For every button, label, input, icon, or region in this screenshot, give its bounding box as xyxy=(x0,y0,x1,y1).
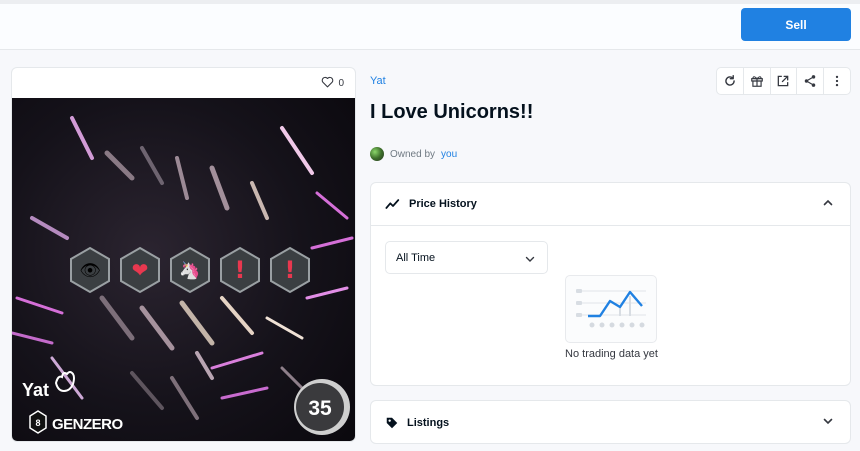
chevron-down-icon xyxy=(525,256,535,262)
emoji-exclamation-1: ! xyxy=(235,256,246,284)
emoji-sequence: 👁 ❤ 🦄 ! ! xyxy=(70,246,310,294)
card-header: 0 xyxy=(12,68,355,98)
gift-icon xyxy=(750,76,763,87)
yat-logo: Yat xyxy=(22,380,49,400)
gift-button[interactable] xyxy=(744,68,771,94)
share-icon xyxy=(805,75,816,87)
top-bar: Sell xyxy=(0,0,860,50)
listings-panel: Listings xyxy=(370,400,851,444)
nft-artwork[interactable]: 👁 ❤ 🦄 ! ! Yat 8 GENZERO 35 xyxy=(12,98,355,441)
price-history-header[interactable]: Price History xyxy=(371,183,850,226)
emoji-exclamation-2: ! xyxy=(285,256,296,284)
listings-title: Listings xyxy=(407,416,450,429)
more-options-button[interactable] xyxy=(824,68,850,94)
emoji-eye: 👁 xyxy=(79,261,101,281)
tag-icon xyxy=(386,417,398,428)
svg-text:35: 35 xyxy=(308,397,332,420)
open-external-button[interactable] xyxy=(771,68,798,94)
owned-by-label: Owned by xyxy=(390,148,436,160)
item-toolbar xyxy=(716,67,851,95)
heart-icon[interactable] xyxy=(321,76,334,91)
listings-header[interactable]: Listings xyxy=(371,401,850,444)
trend-icon xyxy=(385,199,400,209)
owner-avatar[interactable] xyxy=(370,147,384,161)
emoji-heart: ❤ xyxy=(132,258,149,282)
price-history-title: Price History xyxy=(409,198,477,210)
time-range-value: All Time xyxy=(396,251,436,264)
owner-row: Owned by you xyxy=(370,147,457,161)
top-divider xyxy=(0,0,860,4)
chevron-up-icon[interactable] xyxy=(823,198,833,208)
item-title: I Love Unicorns!! xyxy=(370,101,534,123)
favorites-count: 0 xyxy=(338,77,344,89)
owner-link[interactable]: you xyxy=(441,149,457,160)
series-badge: 8 xyxy=(29,410,47,434)
empty-chart-illustration xyxy=(565,275,657,343)
share-button[interactable] xyxy=(797,68,825,94)
sell-button[interactable]: Sell xyxy=(741,8,851,41)
chevron-down-icon[interactable] xyxy=(823,416,833,426)
emoji-unicorn: 🦄 xyxy=(179,260,200,281)
number-badge: 35 xyxy=(294,379,350,435)
no-trading-data-text: No trading data yet xyxy=(565,348,658,360)
collection-link[interactable]: Yat xyxy=(370,75,386,87)
refresh-button[interactable] xyxy=(717,68,744,94)
refresh-icon xyxy=(725,75,735,86)
artwork-card: 0 👁 ❤ 🦄 ! ! Yat 8 GENZERO 35 xyxy=(11,67,356,442)
svg-text:8: 8 xyxy=(35,418,40,428)
time-range-select[interactable]: All Time xyxy=(385,241,548,274)
more-icon xyxy=(835,75,839,87)
price-history-panel: Price History All Time No trading data y… xyxy=(370,182,851,386)
external-link-icon xyxy=(778,75,789,87)
series-label: GENZERO xyxy=(52,416,124,433)
